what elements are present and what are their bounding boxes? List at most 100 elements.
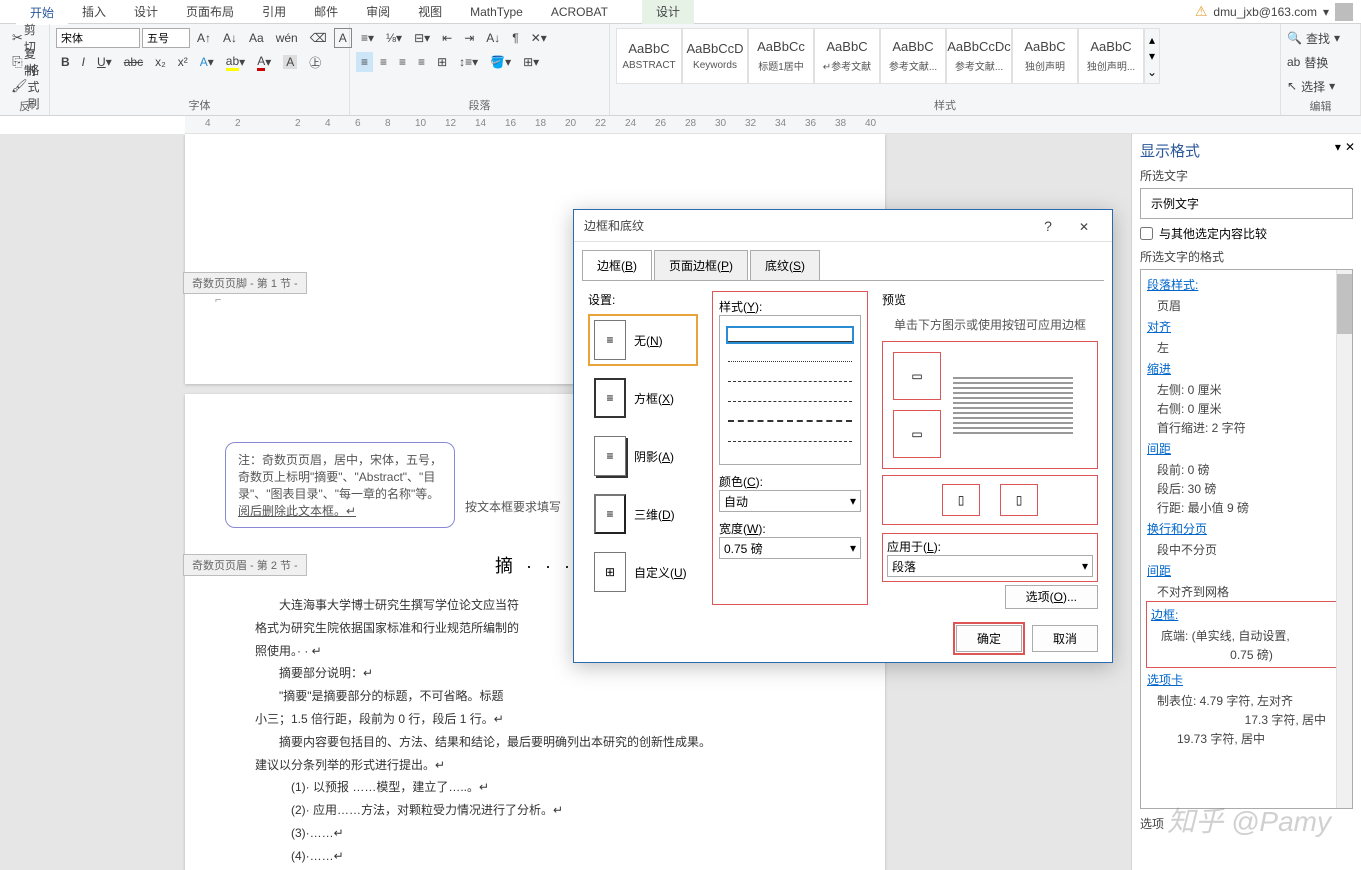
pane-menu-button[interactable]: ▾	[1335, 140, 1341, 154]
setting-3d[interactable]: ≡三维(D)	[588, 488, 698, 540]
cancel-button[interactable]: 取消	[1032, 625, 1098, 652]
numbering-button[interactable]: ⅛▾	[381, 28, 407, 48]
show-marks-button[interactable]: ¶	[507, 28, 523, 48]
font-name-combo[interactable]: 宋体	[56, 28, 140, 48]
align-right-button[interactable]: ≡	[394, 52, 411, 72]
link-align[interactable]: 对齐	[1147, 318, 1171, 335]
text-effects-button[interactable]: A▾	[195, 52, 219, 72]
pane-scrollbar[interactable]	[1336, 270, 1352, 808]
grow-font-button[interactable]: A↑	[192, 28, 216, 48]
line-spacing-button[interactable]: ↕≡▾	[454, 52, 483, 72]
style-h1center[interactable]: AaBbCc标题1居中	[748, 28, 814, 84]
scrollbar-thumb[interactable]	[1337, 274, 1352, 334]
callout-box[interactable]: 注：奇数页页眉，居中，宋体，五号， 奇数页上标明"摘要"、"Abstract"、…	[225, 442, 455, 528]
change-case-button[interactable]: Aa	[244, 28, 269, 48]
tab-mathtype[interactable]: MathType	[456, 1, 537, 23]
tab-design[interactable]: 设计	[120, 0, 172, 24]
tab-acrobat[interactable]: ACROBAT	[537, 1, 622, 23]
style-dash[interactable]	[728, 388, 852, 402]
indent-dec-button[interactable]: ⇤	[437, 28, 457, 48]
account-info[interactable]: ⚠ dmu_jxb@163.com ▾	[1187, 3, 1361, 21]
shading-button[interactable]: 🪣▾	[485, 52, 516, 72]
indent-inc-button[interactable]: ⇥	[459, 28, 479, 48]
setting-box[interactable]: ≡方框(X)	[588, 372, 698, 424]
sort-button[interactable]: A↓	[481, 28, 505, 48]
setting-custom[interactable]: ⊞自定义(U)	[588, 546, 698, 598]
asian-layout-button[interactable]: ✕▾	[526, 28, 552, 48]
format-list[interactable]: 段落样式: 页眉 对齐 左 缩进 左侧: 0 厘米 右侧: 0 厘米 首行缩进:…	[1140, 269, 1353, 809]
style-listbox[interactable]	[719, 315, 861, 465]
tab-references[interactable]: 引用	[248, 0, 300, 24]
phonetic-guide-button[interactable]: wén	[271, 28, 303, 48]
tab-layout[interactable]: 页面布局	[172, 0, 248, 24]
help-button[interactable]: ?	[1030, 218, 1066, 234]
dialog-titlebar[interactable]: 边框和底纹 ? ✕	[574, 210, 1112, 242]
format-painter-button[interactable]: 🖌格式刷	[6, 76, 46, 96]
compare-checkbox[interactable]: 与其他选定内容比较	[1140, 225, 1353, 242]
font-color-button[interactable]: A▾	[252, 52, 276, 72]
link-parastyle[interactable]: 段落样式:	[1147, 276, 1198, 293]
preview-left-button[interactable]: ▯	[942, 484, 980, 516]
italic-button[interactable]: I	[77, 52, 90, 72]
styles-gallery[interactable]: AaBbCABSTRACT AaBbCcDKeywords AaBbCc标题1居…	[616, 28, 1160, 84]
style-orig2[interactable]: AaBbC独创声明...	[1078, 28, 1144, 84]
link-indent[interactable]: 缩进	[1147, 360, 1171, 377]
style-dash-l[interactable]	[728, 408, 852, 422]
superscript-button[interactable]: x²	[173, 52, 193, 72]
style-dash-s[interactable]	[728, 368, 852, 382]
align-center-button[interactable]: ≡	[375, 52, 392, 72]
applyto-combo[interactable]: 段落▾	[887, 555, 1093, 577]
preview-right-button[interactable]: ▯	[1000, 484, 1038, 516]
enclose-char-button[interactable]: ㊤	[304, 52, 326, 72]
tab-shading[interactable]: 底纹(S)	[750, 250, 820, 280]
ok-button[interactable]: 确定	[956, 625, 1022, 652]
style-dotted[interactable]	[728, 348, 852, 362]
color-combo[interactable]: 自动▾	[719, 490, 861, 512]
style-solid[interactable]	[728, 328, 852, 342]
pane-close-button[interactable]: ✕	[1345, 140, 1355, 154]
horizontal-ruler[interactable]: 4 2 2 4 6 8 10 12 14 16 18 20 22 24 26 2…	[185, 116, 1361, 134]
styles-expand[interactable]: ▴▾⌄	[1144, 28, 1160, 84]
bullets-button[interactable]: ≡▾	[356, 28, 379, 48]
link-tabs[interactable]: 选项卡	[1147, 671, 1183, 688]
style-orig1[interactable]: AaBbC独创声明	[1012, 28, 1078, 84]
shrink-font-button[interactable]: A↓	[218, 28, 242, 48]
setting-none[interactable]: ≡无(N)	[588, 314, 698, 366]
font-size-combo[interactable]: 五号	[142, 28, 190, 48]
link-pagination[interactable]: 换行和分页	[1147, 520, 1207, 537]
link-spacing[interactable]: 间距	[1147, 440, 1171, 457]
bold-button[interactable]: B	[56, 52, 75, 72]
tab-border[interactable]: 边框(B)	[582, 250, 652, 280]
options-button[interactable]: 选项(O)...	[1005, 585, 1098, 609]
multilevel-button[interactable]: ⊟▾	[409, 28, 435, 48]
style-dashdot[interactable]	[728, 428, 852, 442]
subscript-button[interactable]: x₂	[150, 52, 171, 72]
link-spacing2[interactable]: 间距	[1147, 562, 1171, 579]
tab-contextual-design[interactable]: 设计	[642, 0, 694, 24]
tab-insert[interactable]: 插入	[68, 0, 120, 24]
style-abstract[interactable]: AaBbCABSTRACT	[616, 28, 682, 84]
style-ref2[interactable]: AaBbC参考文献...	[880, 28, 946, 84]
style-ref1[interactable]: AaBbC↵参考文献	[814, 28, 880, 84]
setting-shadow[interactable]: ≡阴影(A)	[588, 430, 698, 482]
tab-view[interactable]: 视图	[404, 0, 456, 24]
underline-button[interactable]: U▾	[92, 52, 117, 72]
align-left-button[interactable]: ≡	[356, 52, 373, 72]
preview-top-button[interactable]: ▭	[893, 352, 941, 400]
char-shading-button[interactable]: A	[278, 52, 302, 72]
select-button[interactable]: ↖选择▾	[1287, 76, 1335, 96]
borders-button[interactable]: ⊞▾	[518, 52, 544, 72]
style-keywords[interactable]: AaBbCcDKeywords	[682, 28, 748, 84]
link-border[interactable]: 边框:	[1151, 606, 1178, 623]
style-ref3[interactable]: AaBbCcDc参考文献...	[946, 28, 1012, 84]
highlight-button[interactable]: ab▾	[221, 52, 250, 72]
tab-page-border[interactable]: 页面边框(P)	[654, 250, 748, 280]
close-button[interactable]: ✕	[1066, 218, 1102, 234]
replace-button[interactable]: ab替换	[1287, 52, 1328, 72]
width-combo[interactable]: 0.75 磅▾	[719, 537, 861, 559]
strike-button[interactable]: abc	[119, 52, 148, 72]
clear-format-button[interactable]: ⌫	[305, 28, 332, 48]
preview-bottom-button[interactable]: ▭	[893, 410, 941, 458]
tab-mailings[interactable]: 邮件	[300, 0, 352, 24]
find-button[interactable]: 🔍查找▾	[1287, 28, 1340, 48]
